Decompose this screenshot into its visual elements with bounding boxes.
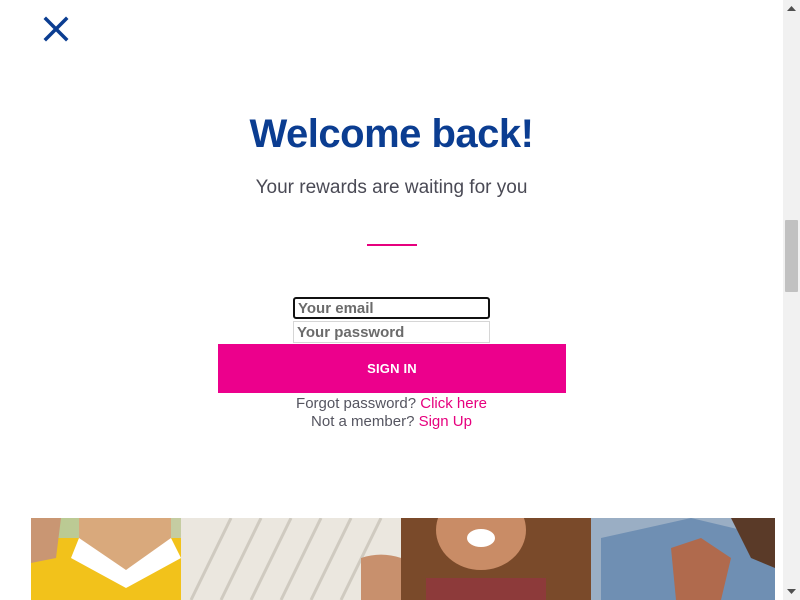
password-field[interactable] — [293, 321, 490, 343]
scrollbar-thumb[interactable] — [785, 220, 798, 292]
sign-in-button[interactable]: SIGN IN — [218, 344, 566, 393]
close-button[interactable] — [40, 14, 72, 46]
not-member-text: Not a member? — [311, 413, 415, 430]
sign-up-link[interactable]: Sign Up — [419, 413, 472, 430]
hero-photo-group-of-people — [31, 518, 775, 600]
login-page: Welcome back! Your rewards are waiting f… — [0, 0, 783, 600]
hero-image — [31, 518, 775, 600]
page-subtitle: Your rewards are waiting for you — [255, 177, 528, 198]
forgot-password-line: Forgot password? Click here — [0, 395, 783, 412]
forgot-password-link[interactable]: Click here — [420, 395, 487, 412]
forgot-password-text: Forgot password? — [296, 395, 417, 412]
close-icon — [43, 16, 69, 42]
sign-up-line: Not a member? Sign Up — [0, 413, 783, 430]
scroll-down-arrow-icon[interactable] — [783, 583, 800, 600]
page-title: Welcome back! — [249, 112, 535, 156]
scroll-up-arrow-icon[interactable] — [783, 0, 800, 17]
email-field[interactable] — [293, 297, 490, 319]
vertical-scrollbar[interactable] — [783, 0, 800, 600]
title-divider — [367, 244, 417, 246]
